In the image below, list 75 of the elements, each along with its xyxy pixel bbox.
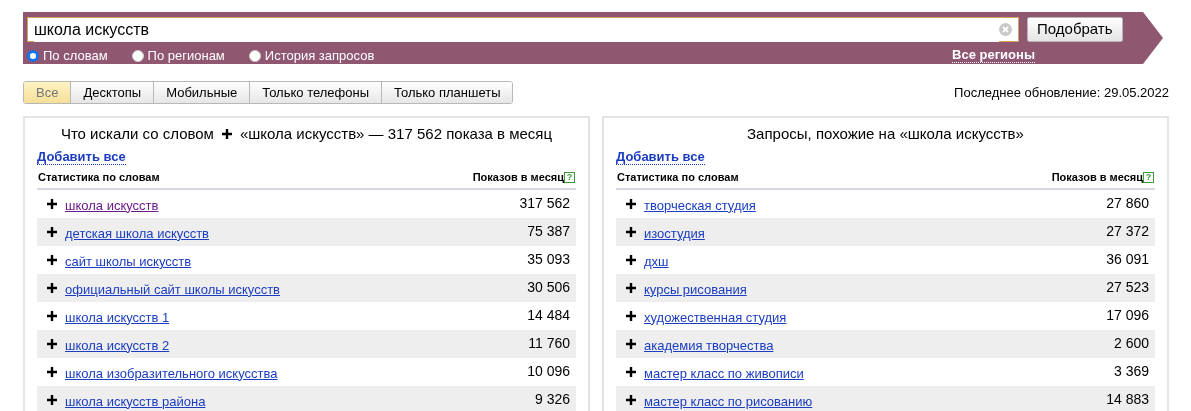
column-header: Показов в месяц: [1051, 170, 1143, 185]
radio-button[interactable]: [27, 49, 39, 62]
plus-icon[interactable]: [47, 394, 57, 405]
count-text: 3 369: [1113, 362, 1149, 381]
plus-icon[interactable]: [47, 338, 57, 349]
count-text: 11 760: [528, 334, 570, 353]
add-all-link[interactable]: Добавить все: [616, 148, 705, 165]
device-tab[interactable]: Десктопы: [71, 82, 155, 103]
count-text: 2 600: [1113, 334, 1149, 353]
keyword-link[interactable]: школа изобразительного искусства: [65, 363, 278, 384]
keyword-link[interactable]: мастер класс по рисованию: [644, 391, 813, 411]
plus-icon[interactable]: [47, 198, 57, 209]
keyword-link[interactable]: академия творчества: [644, 335, 774, 356]
plus-icon[interactable]: [47, 366, 57, 377]
pick-button[interactable]: Подобрать: [1026, 17, 1123, 42]
plus-icon[interactable]: [626, 338, 636, 349]
keyword-link[interactable]: школа искусств района: [65, 391, 206, 411]
keyword-link[interactable]: курсы рисования: [644, 279, 747, 300]
keyword-link[interactable]: школа искусств: [65, 195, 159, 216]
keyword-link[interactable]: сайт школы искусств: [65, 251, 192, 272]
all-regions-link[interactable]: Все регионы: [952, 48, 1035, 64]
plus-icon[interactable]: [47, 310, 57, 321]
plus-icon: [221, 129, 232, 140]
last-update-text: Последнее обновление: 29.05.2022: [954, 83, 1169, 102]
count-text: 75 387: [527, 222, 570, 241]
panel-title: Что искали со словом: [60, 124, 214, 144]
count-text: 10 096: [527, 362, 570, 381]
plus-icon[interactable]: [626, 198, 636, 209]
plus-icon[interactable]: [626, 254, 636, 265]
column-header: Статистика по словам: [617, 170, 739, 185]
plus-icon[interactable]: [626, 394, 636, 405]
panel-title: Запросы, похожие на «школа искусств»: [747, 124, 1024, 144]
device-tab[interactable]: Мобильные: [154, 82, 251, 103]
count-text: 36 091: [1106, 250, 1149, 269]
search-field[interactable]: школа искусств: [27, 17, 1019, 42]
plus-icon[interactable]: [47, 226, 57, 237]
keyword-link[interactable]: художественная студия: [644, 307, 787, 328]
device-tab[interactable]: Только планшеты: [382, 82, 513, 103]
radio-button[interactable]: [248, 49, 261, 62]
radio-button[interactable]: [131, 49, 144, 62]
plus-icon[interactable]: [626, 282, 636, 293]
keyword-link[interactable]: дхш: [644, 251, 669, 272]
count-text: 9 326: [534, 390, 570, 409]
plus-icon[interactable]: [626, 366, 636, 377]
plus-icon[interactable]: [626, 310, 636, 321]
count-text: 14 484: [527, 306, 570, 325]
plus-icon[interactable]: [47, 282, 57, 293]
keyword-link[interactable]: детская школа искусств: [65, 223, 209, 244]
count-text: 30 506: [527, 278, 570, 297]
count-text: 14 883: [1106, 390, 1149, 409]
radio-label[interactable]: По регионам: [147, 46, 225, 66]
count-text: 35 093: [527, 250, 570, 269]
plus-icon[interactable]: [47, 254, 57, 265]
column-header: Статистика по словам: [38, 170, 160, 185]
keyword-link[interactable]: изостудия: [644, 223, 705, 244]
help-icon[interactable]: ?: [564, 171, 575, 183]
panel-title: «школа искусств» — 317 562 показа в месяц: [239, 124, 553, 144]
device-tab[interactable]: Только телефоны: [250, 82, 382, 103]
count-text: 17 096: [1106, 306, 1149, 325]
count-text: 317 562: [519, 194, 570, 213]
keyword-link[interactable]: школа искусств 1: [65, 307, 170, 328]
radio-label[interactable]: По словам: [43, 46, 108, 66]
add-all-link[interactable]: Добавить все: [37, 148, 126, 165]
keyword-link[interactable]: школа искусств 2: [65, 335, 170, 356]
help-icon[interactable]: ?: [1143, 171, 1154, 183]
keyword-link[interactable]: творческая студия: [644, 195, 756, 216]
keyword-link[interactable]: мастер класс по живописи: [644, 363, 804, 384]
keyword-link[interactable]: официальный сайт школы искусств: [65, 279, 280, 300]
count-text: 27 372: [1106, 222, 1149, 241]
count-text: 27 860: [1106, 194, 1149, 213]
column-header: Показов в месяц: [472, 170, 564, 185]
device-tab[interactable]: Все: [24, 82, 72, 103]
plus-icon[interactable]: [626, 226, 636, 237]
radio-label[interactable]: История запросов: [264, 46, 375, 66]
count-text: 27 523: [1106, 278, 1149, 297]
